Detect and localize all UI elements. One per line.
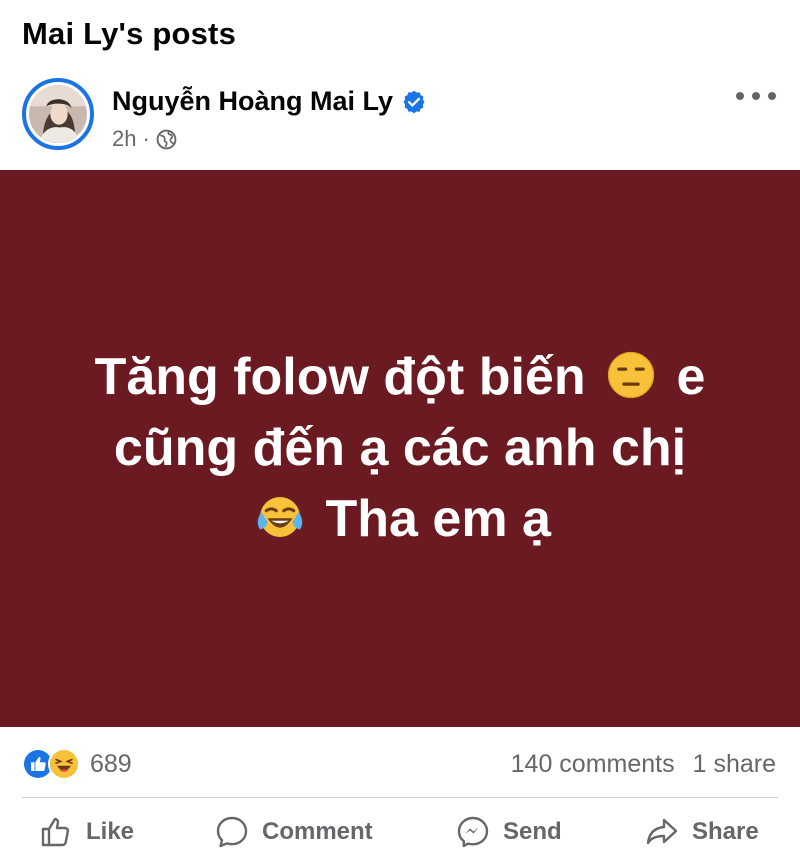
comments-count[interactable]: 140 comments (511, 750, 675, 779)
more-dot (736, 92, 744, 100)
expressionless-face-emoji (606, 348, 656, 399)
share-button[interactable]: Share (644, 814, 759, 850)
like-button[interactable]: Like (38, 814, 134, 850)
post-content-card[interactable]: Tăng folow đột biến e cũng đến ạ các anh… (0, 170, 800, 727)
post-actions-bar: Like Comment Send Share (0, 808, 800, 860)
shares-count[interactable]: 1 share (693, 750, 776, 779)
tears-of-joy-emoji (255, 490, 305, 540)
post-text-part-3: Tha em ạ (325, 490, 551, 548)
divider (22, 797, 778, 798)
send-button[interactable]: Send (455, 814, 562, 850)
comment-label: Comment (262, 818, 373, 845)
avatar-image (29, 85, 87, 143)
post-header: Nguyễn Hoàng Mai Ly 2h · (0, 70, 800, 170)
reaction-count[interactable]: 689 (90, 750, 132, 779)
comment-button[interactable]: Comment (214, 814, 373, 850)
send-label: Send (503, 818, 562, 845)
like-label: Like (86, 818, 135, 845)
author-name[interactable]: Nguyễn Hoàng Mai Ly (112, 86, 393, 117)
more-options-button[interactable] (736, 84, 776, 108)
haha-reaction-icon (48, 748, 80, 780)
reaction-icons[interactable] (22, 748, 80, 780)
comment-icon (216, 816, 248, 848)
like-icon (41, 817, 70, 847)
post-time[interactable]: 2h (112, 126, 136, 152)
page-title: Mai Ly's posts (22, 16, 237, 51)
messenger-icon (457, 816, 489, 848)
meta-separator: · (142, 126, 150, 151)
share-icon (646, 818, 678, 845)
post-text: Tăng folow đột biến e cũng đến ạ các anh… (50, 342, 750, 555)
post-stats: 689 140 comments 1 share (0, 740, 800, 788)
verified-badge-icon (401, 89, 427, 115)
avatar[interactable] (22, 78, 94, 150)
more-dot (752, 92, 760, 100)
globe-icon (156, 129, 177, 150)
share-label: Share (692, 818, 759, 845)
more-dot (768, 92, 776, 100)
post-text-part-1: Tăng folow đột biến (94, 348, 586, 406)
